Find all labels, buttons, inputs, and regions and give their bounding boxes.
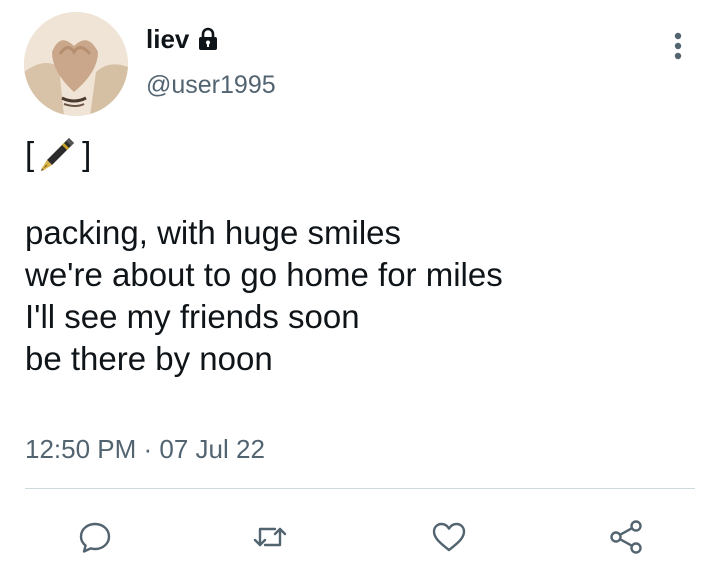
- tag-close-bracket: ]: [82, 135, 92, 172]
- display-name-text[interactable]: liev: [146, 22, 189, 56]
- tweet-line: be there by noon: [25, 340, 273, 377]
- tweet-text: [ ] packing, with huge smiles we're abou…: [25, 130, 685, 380]
- share-button[interactable]: [606, 517, 646, 557]
- tag-line: [ ]: [25, 130, 685, 178]
- retweet-button[interactable]: [250, 517, 290, 557]
- more-options-button[interactable]: [664, 28, 692, 64]
- retweet-icon: [253, 527, 287, 547]
- like-button[interactable]: [429, 517, 469, 557]
- tweet-line: we're about to go home for miles: [25, 256, 503, 293]
- avatar[interactable]: [24, 12, 128, 116]
- fountain-pen-icon: [38, 134, 78, 174]
- heart-icon: [432, 522, 466, 552]
- more-vertical-icon: [674, 32, 682, 60]
- user-handle[interactable]: @user1995: [146, 69, 276, 101]
- share-icon: [610, 520, 642, 554]
- tweet-line: I'll see my friends soon: [25, 298, 360, 335]
- display-name[interactable]: liev: [146, 22, 221, 56]
- lock-icon: [195, 26, 221, 52]
- tag-open-bracket: [: [25, 135, 35, 172]
- divider: [25, 488, 695, 489]
- tweet-timestamp[interactable]: 12:50 PM · 07 Jul 22: [25, 432, 265, 466]
- avatar-image: [24, 12, 128, 116]
- tweet-lines: packing, with huge smiles we're about to…: [25, 212, 685, 380]
- reply-button[interactable]: [75, 517, 115, 557]
- reply-icon: [79, 522, 111, 553]
- tweet-line: packing, with huge smiles: [25, 214, 402, 251]
